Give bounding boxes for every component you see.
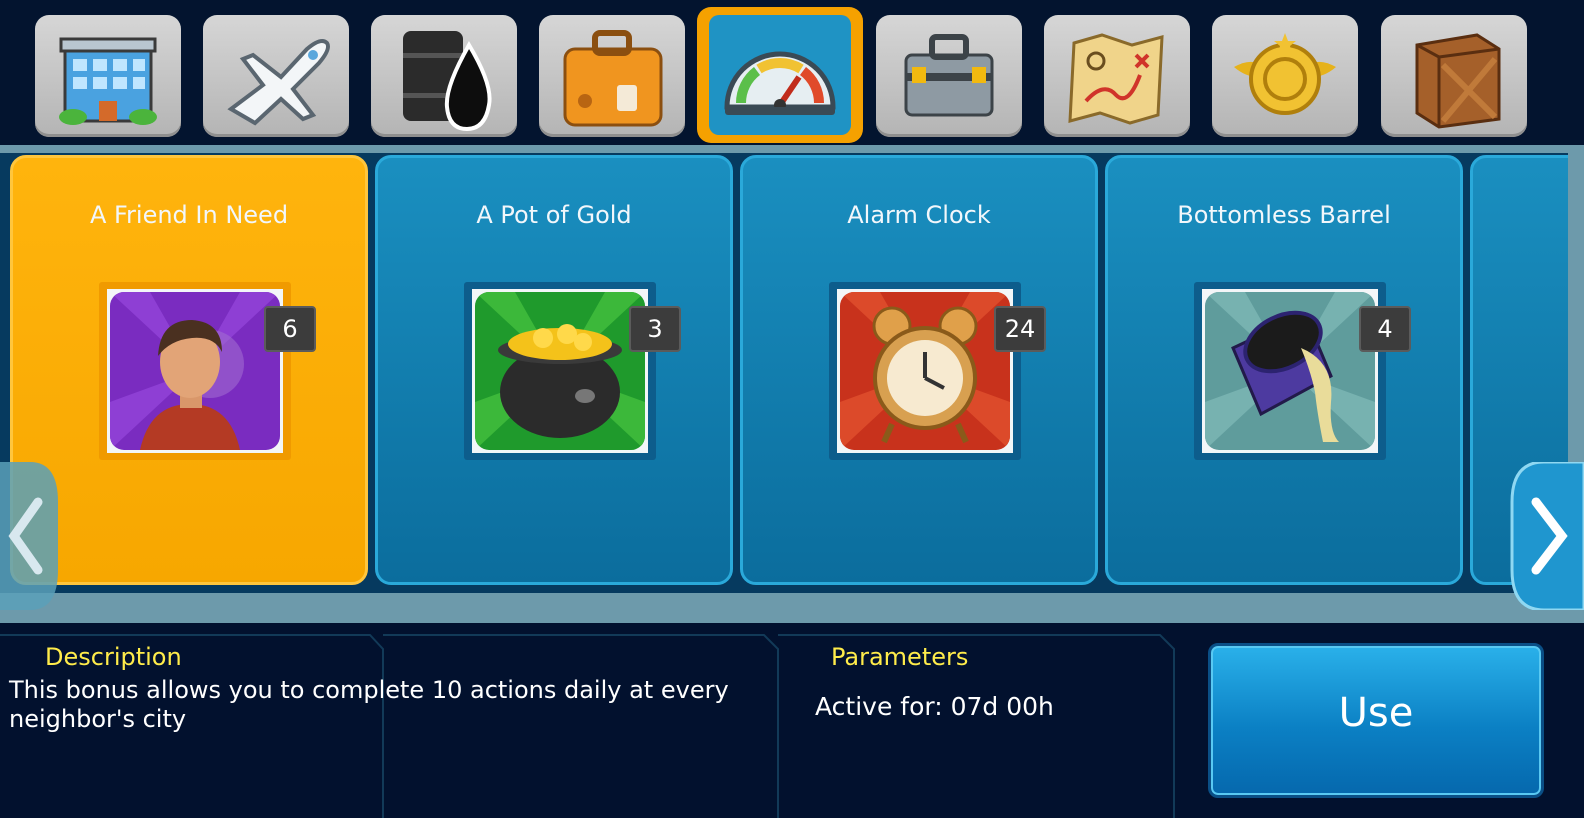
bonus-card[interactable]: Alarm Clock 24 [740,155,1098,585]
scroll-left-button[interactable] [0,462,60,610]
airplane-icon [227,39,330,126]
alarm-clock-icon [840,292,1010,450]
tab-tools[interactable] [876,15,1022,137]
category-tab-bar [0,0,1584,145]
bonus-card[interactable]: A Friend In Need 6 [10,155,368,585]
chevron-right-icon [1510,460,1584,612]
toolbox-icon [904,34,994,117]
description-text: This bonus allows you to complete 10 act… [9,676,729,733]
pot-of-gold-icon [475,292,645,450]
parameters-heading: Parameters [831,643,969,671]
bonus-card-title: Bottomless Barrel [1177,201,1391,229]
chevron-left-icon [0,462,58,610]
info-panel: Description This bonus allows you to com… [0,623,1584,818]
tab-storage[interactable] [1381,15,1527,137]
gold-medal-icon [1234,33,1336,115]
oil-barrel-icon [403,31,492,132]
bonus-card[interactable]: Bottomless Barrel 4 [1105,155,1463,585]
tab-airplanes[interactable] [203,15,349,137]
building-icon [59,37,157,125]
bonus-count-badge: 4 [1359,306,1411,352]
active-duration: Active for: 07d 00h [815,692,1054,721]
bonus-cards-strip: A Friend In Need 6 A Pot of Gold 3 Alarm… [0,145,1584,623]
treasure-map-icon [1068,33,1164,125]
description-heading: Description [45,643,182,671]
bonus-card-title: A Friend In Need [89,201,289,229]
bonus-card-title: A Pot of Gold [476,201,632,229]
bonus-count-badge: 6 [264,306,316,352]
use-button-label: Use [1338,690,1414,736]
tab-cargo[interactable] [539,15,685,137]
tab-oil[interactable] [371,15,517,137]
use-button[interactable]: Use [1208,643,1544,798]
bonus-card[interactable]: A Pot of Gold 3 [375,155,733,585]
suitcase-icon [563,30,663,127]
bonus-cards-viewport: A Friend In Need 6 A Pot of Gold 3 Alarm… [0,153,1568,593]
speedometer-icon [724,51,836,115]
bonus-count-badge: 3 [629,306,681,352]
friend-icon [110,292,280,450]
wooden-crate-icon [1415,33,1501,129]
tab-map[interactable] [1044,15,1190,137]
scroll-right-button[interactable] [1510,460,1584,612]
tab-buildings[interactable] [35,15,181,137]
tab-bonuses[interactable] [697,7,863,143]
bonus-card-title: Alarm Clock [847,201,991,229]
bottomless-barrel-icon [1205,292,1375,450]
tab-achievements[interactable] [1212,15,1358,137]
bonus-count-badge: 24 [994,306,1046,352]
